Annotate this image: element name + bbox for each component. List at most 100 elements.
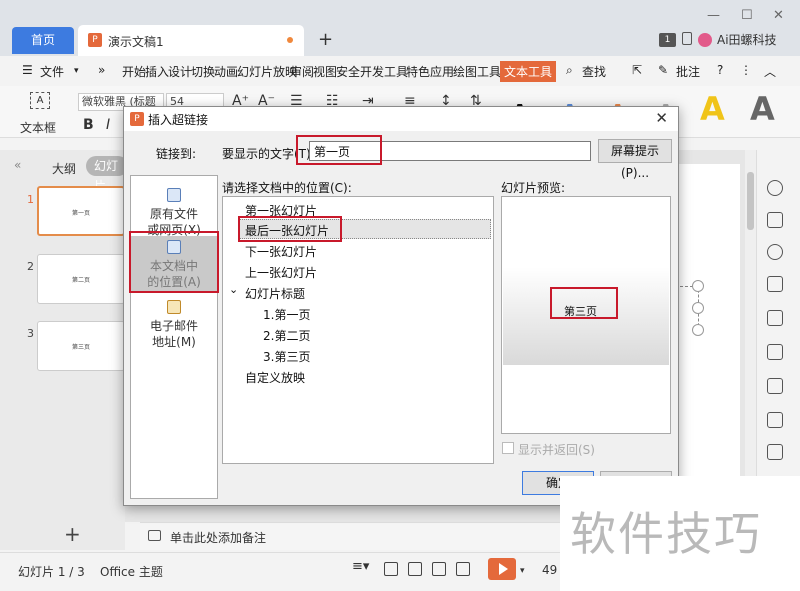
- bold-button[interactable]: B: [83, 117, 94, 133]
- tab-outline[interactable]: 大纲: [52, 160, 76, 177]
- tree-item-slide-1[interactable]: 1.第一页: [263, 306, 310, 323]
- hamburger-icon[interactable]: ☰: [22, 63, 33, 77]
- textbox-icon[interactable]: A: [30, 92, 50, 109]
- style-gold[interactable]: A: [700, 90, 725, 128]
- search-button[interactable]: 查找: [582, 63, 606, 80]
- presentation-logo-icon: P: [88, 33, 102, 47]
- style-dark-gray[interactable]: A: [750, 90, 775, 128]
- sorter-view-icon[interactable]: [408, 562, 422, 576]
- shapes-icon[interactable]: [767, 244, 783, 260]
- link-existing-file[interactable]: 原有文件 或网页(X): [131, 184, 217, 238]
- archive-icon[interactable]: [767, 444, 783, 460]
- tree-item-prev-slide[interactable]: 上一张幻灯片: [245, 264, 317, 281]
- thumbnail-title: 第一页: [71, 210, 90, 217]
- user-account[interactable]: Ai田螺科技: [698, 31, 777, 48]
- menu-drawing-tools[interactable]: 绘图工具: [453, 63, 501, 80]
- share-icon[interactable]: ⇱: [632, 63, 642, 77]
- menu-text-tools[interactable]: 文本工具: [500, 61, 557, 82]
- add-slide-button[interactable]: +: [64, 522, 81, 546]
- star-icon[interactable]: [767, 180, 783, 196]
- copy-icon[interactable]: [767, 212, 783, 228]
- show-return-checkbox[interactable]: [502, 442, 514, 454]
- normal-view-icon[interactable]: [384, 562, 398, 576]
- show-return-label: 显示并返回(S): [518, 443, 595, 457]
- textbox-button[interactable]: 文本框: [20, 119, 56, 136]
- grid-icon[interactable]: [767, 310, 783, 326]
- menu-features[interactable]: 特色应用: [406, 63, 454, 80]
- maximize-icon[interactable]: ☐: [741, 8, 753, 23]
- chevron-down-icon[interactable]: ▾: [74, 66, 79, 76]
- slide-thumbnail-1[interactable]: 第一页: [37, 186, 125, 236]
- image-icon[interactable]: [767, 378, 783, 394]
- presentation-logo-icon: P: [130, 112, 144, 126]
- link-email-address[interactable]: 电子邮件 地址(M): [131, 296, 217, 350]
- more-menus-icon[interactable]: »: [98, 63, 105, 77]
- help-button[interactable]: ?: [717, 63, 723, 77]
- zoom-level[interactable]: 49: [542, 563, 557, 577]
- slide-thumbnail-2[interactable]: 第二页: [37, 254, 125, 304]
- tab-slides[interactable]: 幻灯片: [86, 156, 128, 193]
- thumbnail-number: 2: [27, 260, 34, 273]
- menu-home[interactable]: 开始: [122, 63, 146, 80]
- resize-handle[interactable]: [692, 302, 704, 314]
- comment-icon[interactable]: ✎: [658, 63, 668, 77]
- menu-security[interactable]: 安全: [336, 63, 360, 80]
- menu-slideshow[interactable]: 幻灯片放映: [237, 63, 297, 80]
- menu-review[interactable]: 审阅: [290, 63, 314, 80]
- watermark: 软件技巧: [560, 476, 800, 591]
- thumbnail-title: 第二页: [71, 277, 90, 284]
- minimize-icon[interactable]: —: [707, 8, 720, 23]
- tree-item-custom-show[interactable]: 自定义放映: [245, 369, 305, 386]
- tab-document[interactable]: P 演示文稿1: [78, 25, 304, 56]
- chevron-down-icon[interactable]: ⌄: [229, 283, 238, 296]
- menu-animation[interactable]: 动画: [214, 63, 238, 80]
- menu-developer[interactable]: 开发工具: [360, 63, 408, 80]
- menu-view[interactable]: 视图: [313, 63, 337, 80]
- menu-bar: ☰ 文件 ▾ » 开始 插入 设计 切换 动画 幻灯片放映 审阅 视图 安全 开…: [0, 56, 800, 86]
- menu-insert[interactable]: 插入: [145, 63, 169, 80]
- link-to-label: 链接到:: [156, 147, 197, 161]
- resize-handle[interactable]: [692, 280, 704, 292]
- chevron-down-icon[interactable]: ▾: [520, 566, 525, 576]
- unsaved-dot-icon: [287, 37, 293, 43]
- highlight-last-slide: [238, 216, 342, 242]
- screen-tip-button[interactable]: 屏幕提示(P)...: [598, 139, 672, 180]
- theme-name[interactable]: Office 主题: [100, 563, 163, 580]
- sliders-icon[interactable]: [767, 344, 783, 360]
- skin-icon[interactable]: [682, 32, 692, 45]
- thumbnail-title: 第三页: [71, 344, 90, 351]
- resize-handle[interactable]: [692, 324, 704, 336]
- avatar: [698, 33, 712, 47]
- insert-hyperlink-dialog: P 插入超链接 ✕ 链接到: 要显示的文字(T): 屏幕提示(P)... 原有文…: [123, 106, 679, 506]
- tree-item-slide-titles[interactable]: 幻灯片标题: [245, 285, 305, 302]
- text-style-icon[interactable]: [767, 276, 783, 292]
- menu-file[interactable]: 文件: [40, 63, 64, 80]
- play-slideshow-button[interactable]: [488, 558, 516, 580]
- tree-item-next-slide[interactable]: 下一张幻灯片: [245, 243, 317, 260]
- slide-thumbnail-3[interactable]: 第三页: [37, 321, 125, 371]
- menu-transition[interactable]: 切换: [191, 63, 215, 80]
- notification-badge[interactable]: 1: [659, 33, 676, 47]
- close-icon[interactable]: ✕: [655, 109, 668, 127]
- collapse-ribbon-icon[interactable]: ︿: [764, 63, 776, 80]
- more-icon[interactable]: ⋮: [740, 63, 752, 77]
- presenter-view-icon[interactable]: [456, 562, 470, 576]
- vertical-scrollbar[interactable]: [745, 150, 756, 522]
- menu-design[interactable]: 设计: [168, 63, 192, 80]
- scrollbar-thumb[interactable]: [747, 172, 754, 230]
- comment-button[interactable]: 批注: [676, 63, 700, 80]
- collapse-pane-icon[interactable]: «: [14, 158, 21, 172]
- close-window-icon[interactable]: ✕: [773, 8, 784, 23]
- tab-home[interactable]: 首页: [12, 27, 74, 54]
- export-icon[interactable]: [767, 412, 783, 428]
- preview-label: 幻灯片预览:: [501, 181, 566, 195]
- title-bar: 首页 P 演示文稿1 + — ☐ ✕ 1 Ai田螺科技: [0, 0, 800, 56]
- notes-toggle-icon[interactable]: ≡▾: [352, 559, 369, 574]
- search-icon[interactable]: ⌕: [566, 63, 573, 78]
- reading-view-icon[interactable]: [432, 562, 446, 576]
- tree-item-slide-3[interactable]: 3.第三页: [263, 348, 310, 365]
- new-tab-button[interactable]: +: [318, 29, 333, 50]
- tree-item-slide-2[interactable]: 2.第二页: [263, 327, 310, 344]
- italic-button[interactable]: I: [106, 117, 110, 133]
- dialog-title: 插入超链接: [148, 113, 209, 127]
